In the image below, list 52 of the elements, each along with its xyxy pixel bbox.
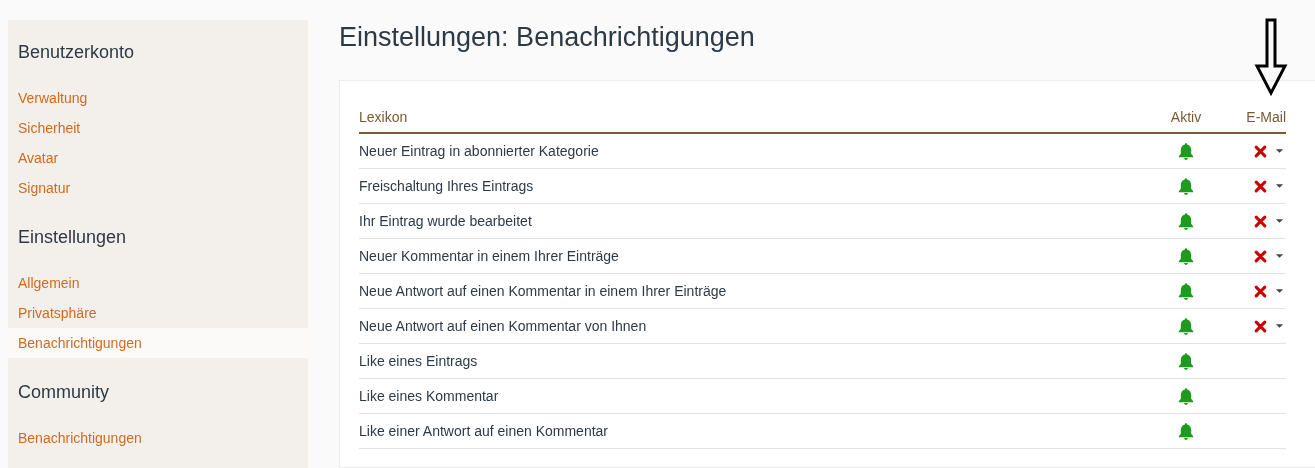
bell-icon[interactable] [1177,387,1195,405]
column-header: Aktiv [1170,108,1202,125]
cross-icon [1254,179,1267,193]
section-heading: Einstellungen [17,227,128,248]
page-title: Einstellungen: Benachrichtigungen [339,21,755,54]
email-dropdown[interactable] [1254,214,1284,228]
sidebar-link[interactable]: Verwaltung [8,83,308,113]
setting-label: Like eines Kommentar [359,388,499,404]
setting-label: Neuer Kommentar in einem Ihrer Einträge [359,248,619,264]
email-dropdown[interactable] [1254,249,1284,263]
bell-icon[interactable] [1177,247,1195,265]
bell-icon[interactable] [1177,352,1195,370]
cross-icon [1254,319,1267,333]
bell-icon[interactable] [1177,422,1195,440]
setting-label: Like einer Antwort auf einen Kommentar [359,423,609,439]
caret-icon [1275,218,1284,224]
caret-icon [1275,183,1284,189]
column-header: Lexikon [359,108,408,125]
setting-label: Ihr Eintrag wurde bearbeitet [359,213,532,229]
email-dropdown[interactable] [1254,144,1284,158]
bell-icon[interactable] [1177,282,1195,300]
cross-icon [1254,144,1267,158]
column-header: E-Mail [1246,108,1286,125]
cross-icon [1254,214,1267,228]
email-dropdown[interactable] [1254,319,1284,333]
down-arrow-icon [1254,18,1288,96]
sidebar-link[interactable]: Allgemein [8,268,308,298]
setting-label: Neue Antwort auf einen Kommentar in einem Ihrer Einträge [359,283,727,299]
setting-label: Freischaltung Ihres Eintrags [359,178,534,194]
caret-icon [1275,148,1284,154]
sidebar-link[interactable]: Avatar [8,143,308,173]
section-heading: Community [17,382,111,403]
email-dropdown[interactable] [1254,179,1284,193]
cross-icon [1254,249,1267,263]
section-heading: Benutzerkonto [17,42,136,63]
bell-icon[interactable] [1177,142,1195,160]
setting-label: Neue Antwort auf einen Kommentar von Ihnen [359,318,647,334]
sidebar-link[interactable]: Benachrichtigungen [8,328,308,358]
caret-icon [1275,323,1284,329]
sidebar-link[interactable]: Signatur [8,173,308,203]
sidebar-link[interactable]: Privatsphäre [8,298,308,328]
bell-icon[interactable] [1177,317,1195,335]
caret-icon [1275,288,1284,294]
email-dropdown[interactable] [1254,284,1284,298]
caret-icon [1275,253,1284,259]
sidebar-link[interactable]: Benachrichtigungen [8,423,308,453]
sidebar-link[interactable]: Sicherheit [8,113,308,143]
cross-icon [1254,284,1267,298]
bell-icon[interactable] [1177,212,1195,230]
setting-label: Neuer Eintrag in abonnierter Kategorie [359,143,599,159]
bell-icon[interactable] [1177,177,1195,195]
setting-label: Like eines Eintrags [359,353,478,369]
